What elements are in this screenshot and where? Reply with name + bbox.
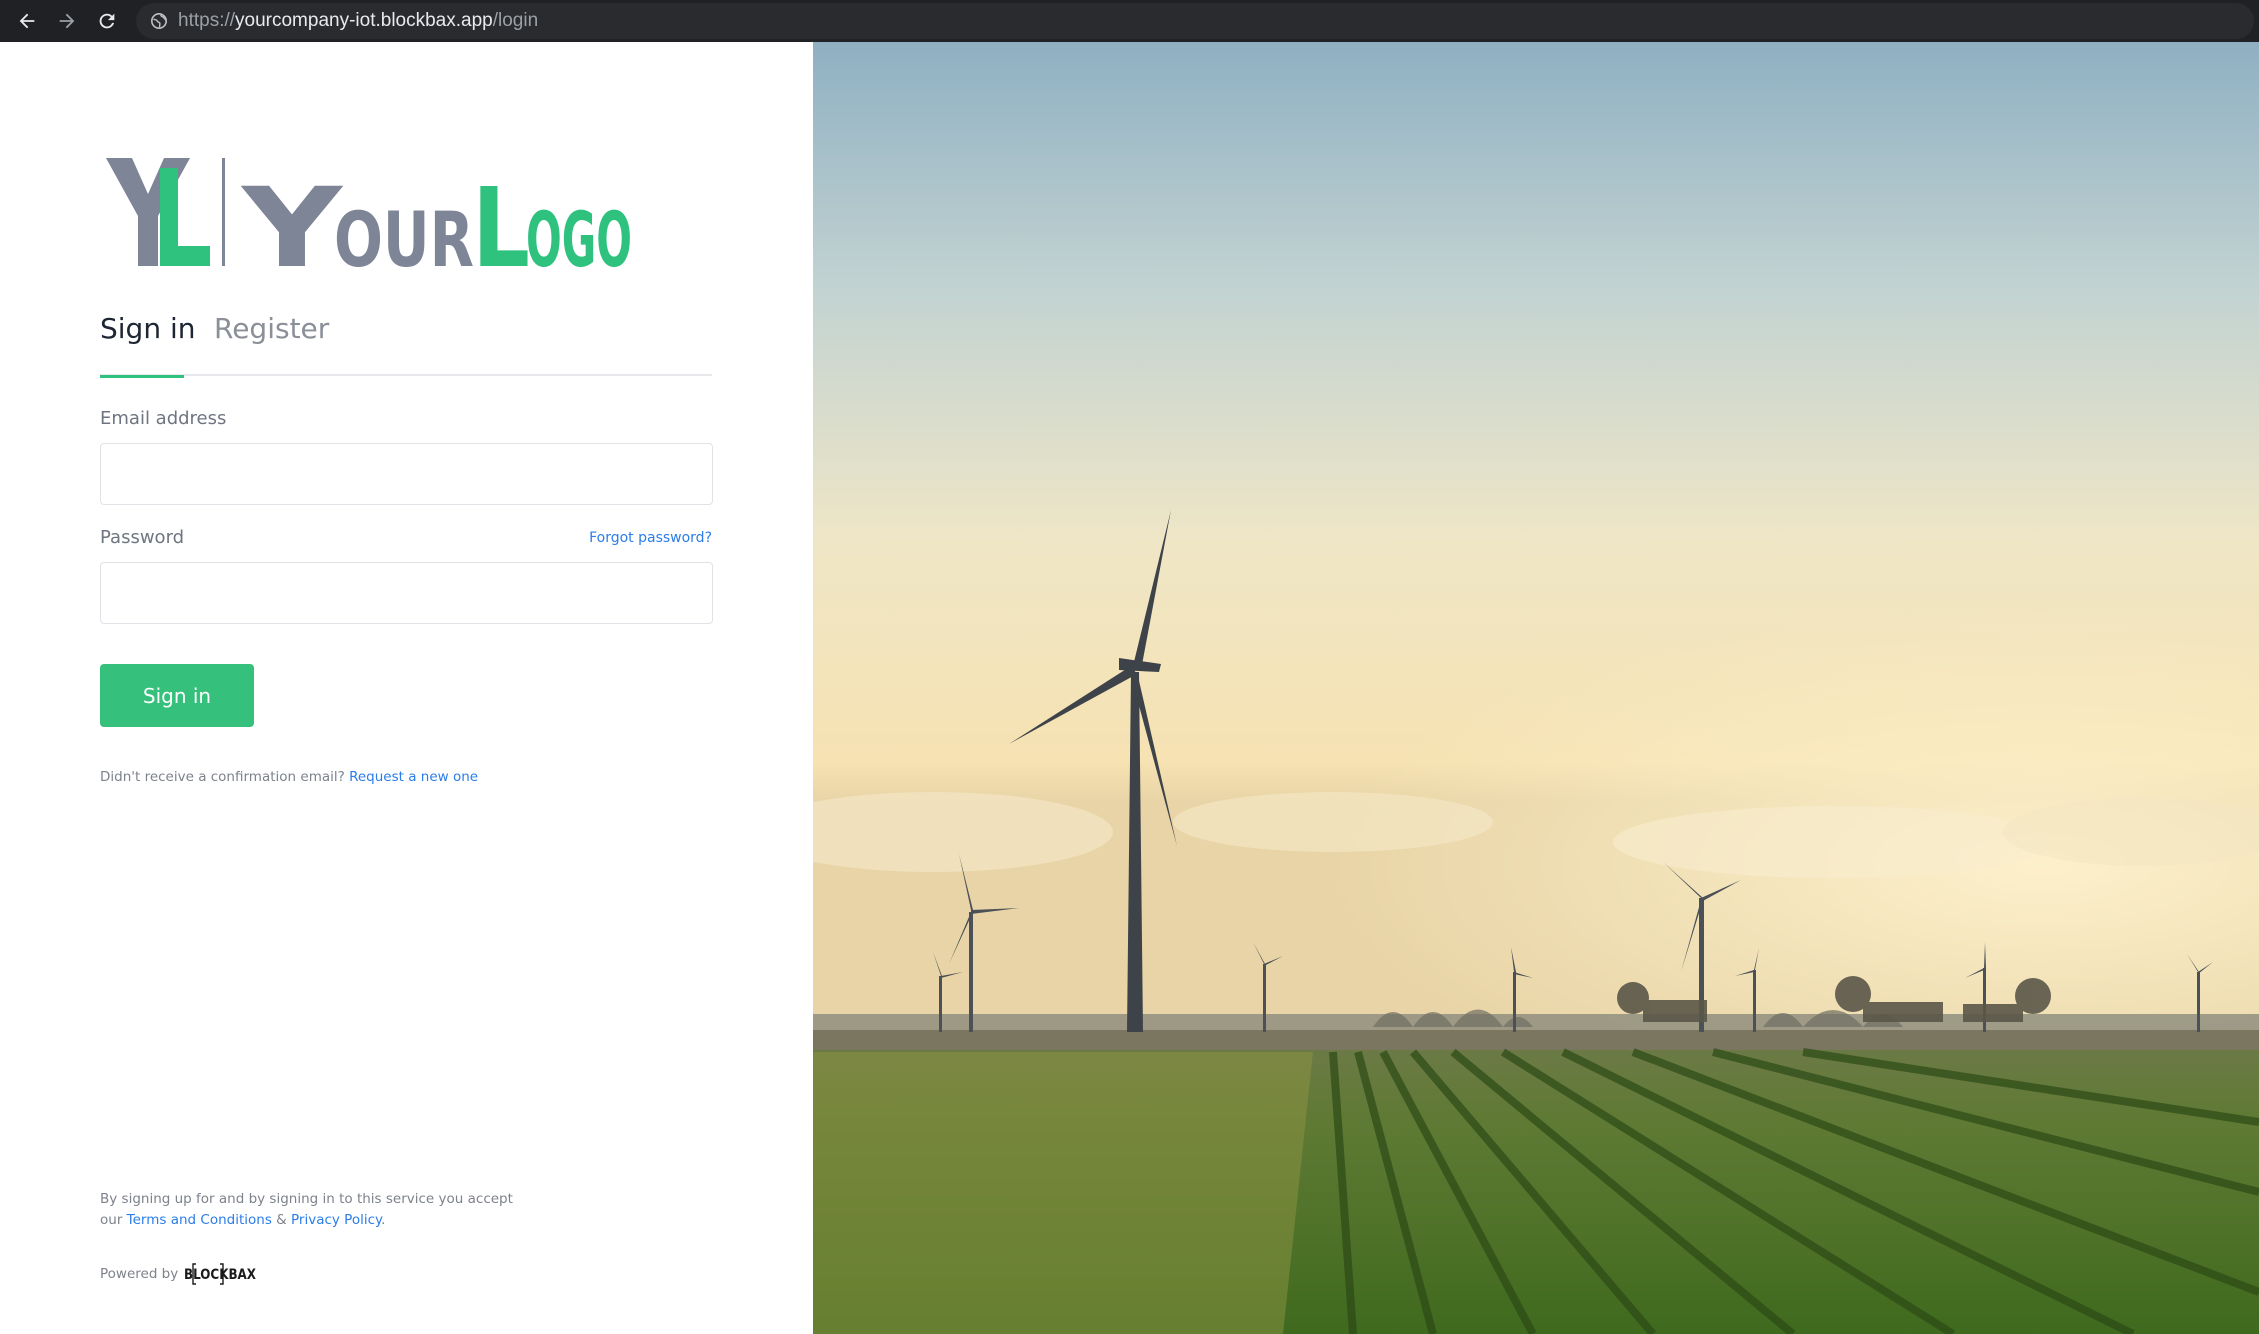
hero-image bbox=[813, 42, 2259, 1334]
svg-text:OGO: OGO bbox=[526, 195, 632, 268]
legal-line-1: By signing up for and by signing in to t… bbox=[100, 1191, 513, 1207]
sign-in-button[interactable]: Sign in bbox=[100, 664, 254, 727]
auth-tabs: Sign in Register bbox=[100, 312, 712, 378]
blockbax-logo[interactable]: BLOCKBAX bbox=[184, 1260, 258, 1288]
confirmation-text: Didn't receive a confirmation email? bbox=[100, 769, 345, 785]
privacy-link[interactable]: Privacy Policy bbox=[291, 1212, 381, 1228]
forgot-password-link[interactable]: Forgot password? bbox=[589, 530, 712, 546]
back-arrow-icon bbox=[19, 13, 35, 29]
confirmation-notice: Didn't receive a confirmation email? Req… bbox=[100, 769, 478, 785]
svg-text:OUR: OUR bbox=[334, 195, 474, 268]
url-path: /login bbox=[492, 10, 539, 31]
powered-by: Powered by BLOCKBAX bbox=[100, 1260, 258, 1288]
company-logo: Y OUR L OGO bbox=[106, 138, 636, 292]
site-info-icon[interactable] bbox=[150, 12, 168, 30]
legal-line-2: our Terms and Conditions & Privacy Polic… bbox=[100, 1210, 560, 1231]
your-logo-image: Y OUR L OGO bbox=[106, 158, 632, 292]
tab-sign-in[interactable]: Sign in bbox=[100, 312, 196, 378]
url-text: https://yourcompany-iot.blockbax.app/log… bbox=[178, 3, 538, 39]
email-label: Email address bbox=[100, 408, 227, 429]
browser-toolbar: https://yourcompany-iot.blockbax.app/log… bbox=[0, 0, 2259, 42]
legal-notice: By signing up for and by signing in to t… bbox=[100, 1189, 560, 1231]
tab-register[interactable]: Register bbox=[214, 312, 329, 376]
legal-suffix: . bbox=[381, 1212, 386, 1228]
reload-icon bbox=[99, 13, 115, 29]
login-panel: Y OUR L OGO Sign in Register Email addre… bbox=[0, 42, 813, 1334]
reload-button[interactable] bbox=[89, 0, 125, 42]
email-input[interactable] bbox=[100, 443, 713, 505]
wind-farm-photo bbox=[813, 42, 2259, 1334]
password-input[interactable] bbox=[100, 562, 713, 624]
svg-text:Y: Y bbox=[239, 164, 343, 268]
terms-link[interactable]: Terms and Conditions bbox=[127, 1212, 272, 1228]
back-button[interactable] bbox=[9, 0, 45, 42]
password-label: Password bbox=[100, 527, 185, 548]
legal-prefix: our bbox=[100, 1212, 123, 1228]
address-bar[interactable]: https://yourcompany-iot.blockbax.app/log… bbox=[136, 3, 2254, 39]
forward-arrow-icon bbox=[59, 13, 75, 29]
svg-text:L: L bbox=[472, 164, 530, 268]
request-new-confirmation-link[interactable]: Request a new one bbox=[349, 769, 478, 785]
url-host: yourcompany-iot.blockbax.app bbox=[235, 10, 493, 31]
forward-button[interactable] bbox=[49, 0, 85, 42]
blockbax-wordmark: BLOCKBAX bbox=[184, 1267, 256, 1283]
powered-by-label: Powered by bbox=[100, 1266, 179, 1282]
url-scheme: https:// bbox=[178, 10, 236, 31]
legal-amp: & bbox=[276, 1212, 287, 1228]
